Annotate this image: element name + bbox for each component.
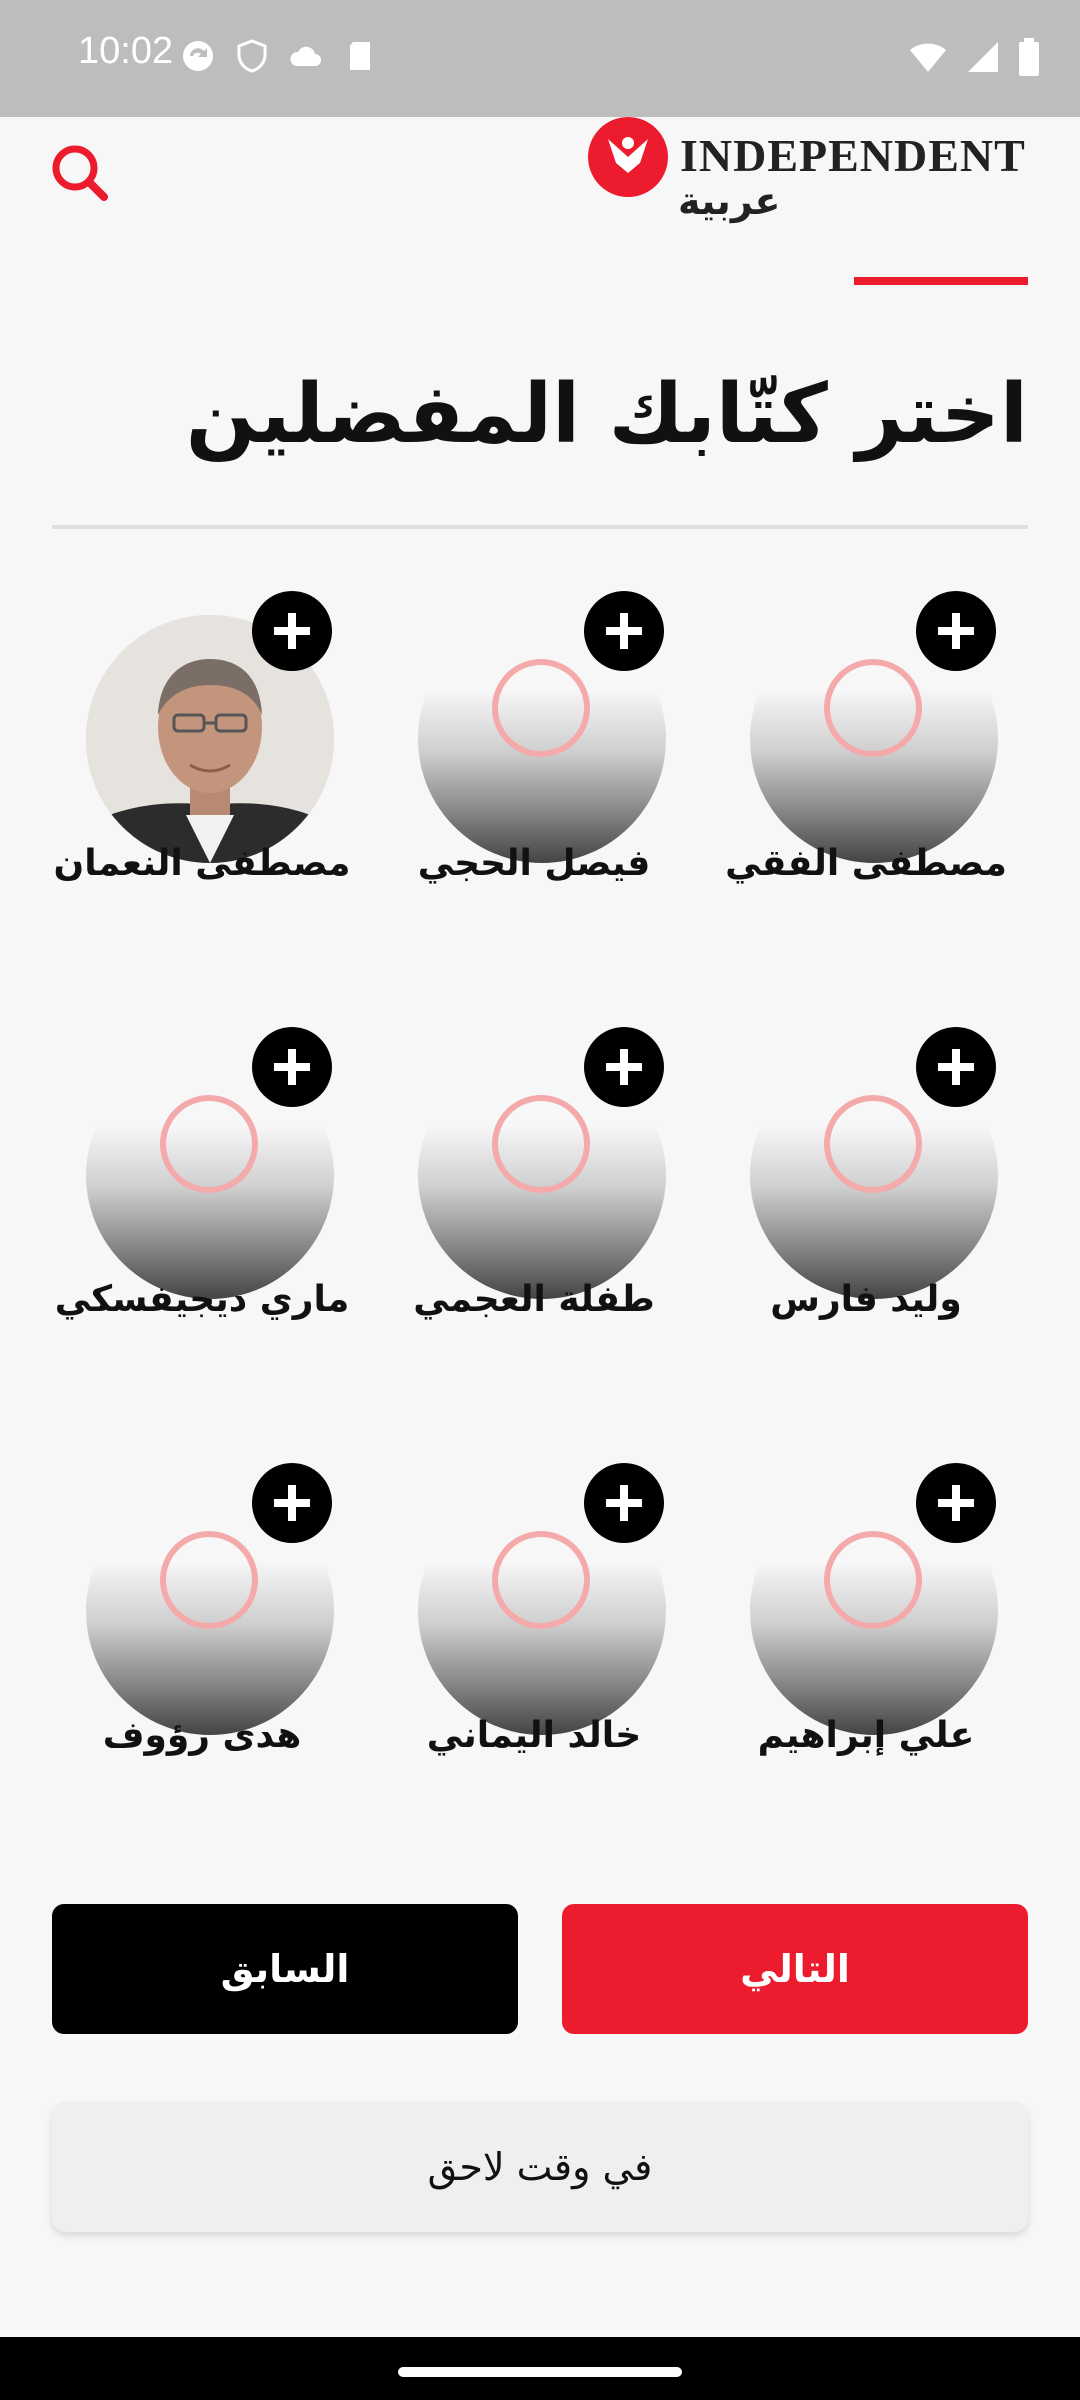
add-writer-button[interactable]: [916, 1463, 996, 1543]
placeholder-avatar-icon: [492, 1531, 590, 1629]
placeholder-avatar-icon: [824, 659, 922, 757]
add-writer-button[interactable]: [252, 591, 332, 671]
logo-arabic-wordmark: عربية: [678, 179, 781, 223]
writer-card[interactable]: مصطفى الفقي: [716, 585, 1016, 965]
status-icons-right: [908, 38, 1040, 80]
status-icons-left: [180, 38, 378, 74]
logo-wordmark: INDEPENDENT: [680, 130, 1026, 181]
writer-card[interactable]: هدى رؤوف: [52, 1457, 352, 1837]
writer-card[interactable]: وليد فارس: [716, 1021, 1016, 1401]
writer-name: ماري ديجيفسكي: [54, 1279, 350, 1320]
shield-icon: [234, 38, 270, 74]
app-header: INDEPENDENT عربية: [0, 117, 1080, 267]
writer-card[interactable]: ماري ديجيفسكي: [52, 1021, 352, 1401]
search-button[interactable]: [48, 141, 112, 205]
add-writer-button[interactable]: [252, 1463, 332, 1543]
writer-name: طفلة العجمي: [413, 1279, 655, 1320]
add-writer-button[interactable]: [584, 591, 664, 671]
status-bar: 10:02: [0, 0, 1080, 117]
search-icon: [52, 145, 108, 201]
placeholder-avatar-icon: [824, 1531, 922, 1629]
add-writer-button[interactable]: [584, 1463, 664, 1543]
previous-button[interactable]: السابق: [52, 1904, 518, 2034]
page-title: اختر كتّابك المفضلين: [185, 367, 1028, 462]
writer-name: وليد فارس: [770, 1279, 962, 1320]
writer-name: علي إبراهيم: [757, 1715, 975, 1756]
signal-icon: [966, 40, 1000, 78]
writer-name: هدى رؤوف: [102, 1715, 302, 1756]
later-button[interactable]: في وقت لاحق: [52, 2102, 1028, 2232]
title-divider: [52, 525, 1028, 529]
writer-card[interactable]: مصطفى النعمان: [52, 585, 352, 965]
add-writer-button[interactable]: [584, 1027, 664, 1107]
writer-name: فيصل الحجي: [417, 843, 651, 884]
sd-card-icon: [342, 38, 378, 74]
writer-card[interactable]: فيصل الحجي: [384, 585, 684, 965]
placeholder-avatar-icon: [160, 1531, 258, 1629]
placeholder-avatar-icon: [824, 1095, 922, 1193]
sync-icon: [180, 38, 216, 74]
add-writer-button[interactable]: [916, 1027, 996, 1107]
writer-name: مصطفى النعمان: [53, 843, 351, 884]
placeholder-avatar-icon: [160, 1095, 258, 1193]
cloud-icon: [288, 38, 324, 74]
eagle-logo-icon: [588, 117, 668, 197]
status-time: 10:02: [78, 30, 174, 72]
home-indicator[interactable]: [398, 2367, 682, 2377]
placeholder-avatar-icon: [492, 659, 590, 757]
next-button[interactable]: التالي: [562, 1904, 1028, 2034]
writer-card[interactable]: خالد اليماني: [384, 1457, 684, 1837]
battery-icon: [1018, 38, 1040, 80]
add-writer-button[interactable]: [252, 1027, 332, 1107]
writer-card[interactable]: طفلة العجمي: [384, 1021, 684, 1401]
placeholder-avatar-icon: [492, 1095, 590, 1193]
wifi-icon: [908, 40, 948, 78]
title-accent-rule: [854, 277, 1028, 285]
independent-arabia-logo[interactable]: INDEPENDENT عربية: [588, 117, 1028, 237]
writer-card[interactable]: علي إبراهيم: [716, 1457, 1016, 1837]
writer-name: خالد اليماني: [426, 1715, 642, 1756]
add-writer-button[interactable]: [916, 591, 996, 671]
writer-name: مصطفى الفقي: [725, 843, 1007, 884]
